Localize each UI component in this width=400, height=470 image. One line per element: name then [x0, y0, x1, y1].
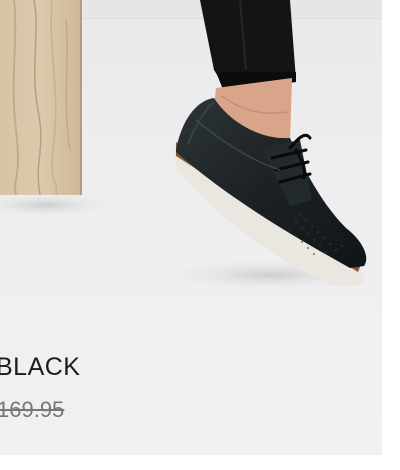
product-image[interactable]: [0, 0, 382, 330]
block-shadow: [0, 193, 115, 217]
page-margin: [382, 0, 400, 470]
wooden-block: [0, 0, 82, 196]
trouser-leg: [200, 0, 296, 92]
product-card[interactable]: BLACK 169.95: [0, 0, 382, 455]
product-price: 169.95: [0, 397, 65, 422]
product-name[interactable]: BLACK: [0, 353, 80, 382]
